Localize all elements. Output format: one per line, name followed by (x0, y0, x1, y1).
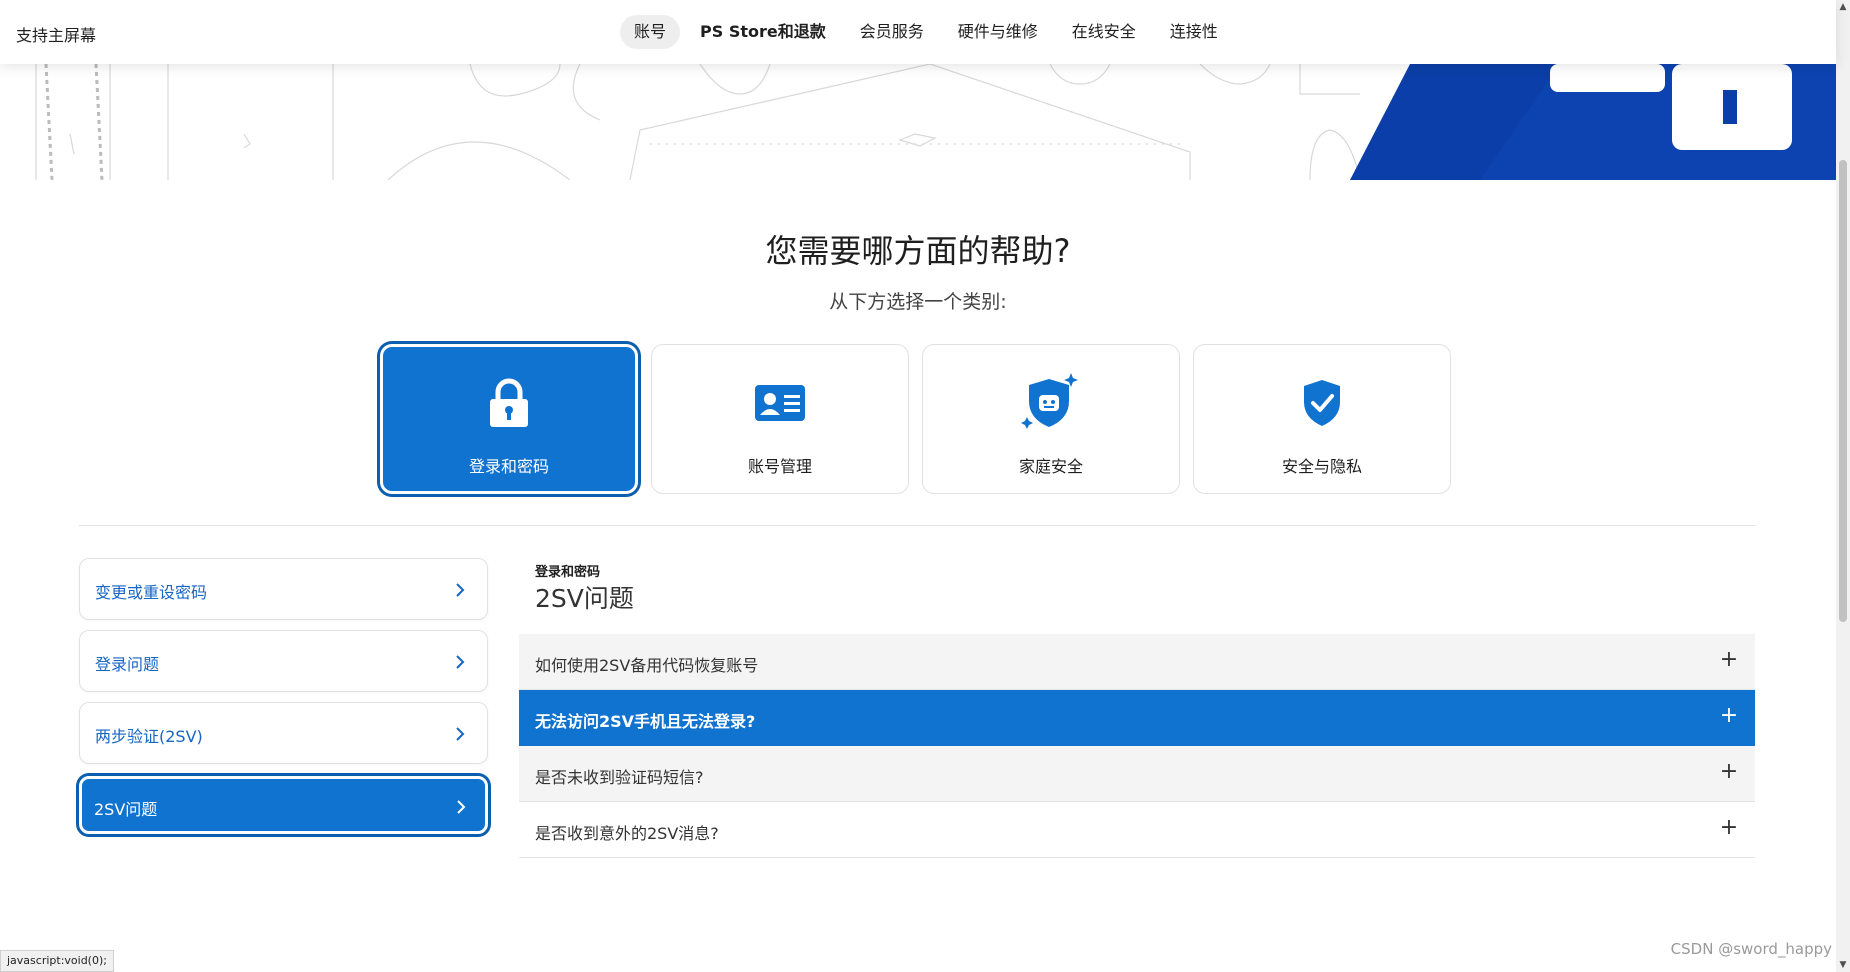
faq-item[interactable]: 是否收到意外的2SV消息? + (519, 802, 1755, 858)
sidebar-item-label: 变更或重设密码 (95, 583, 208, 602)
sidebar-item-label: 2SV问题 (94, 800, 158, 819)
category-label: 登录和密码 (468, 457, 549, 476)
lock-icon (383, 375, 635, 431)
page-title: 您需要哪方面的帮助? (765, 232, 1071, 270)
plus-icon: + (1719, 815, 1739, 840)
sidebar-item-label: 登录问题 (95, 655, 160, 674)
breadcrumb: 登录和密码 (535, 565, 601, 580)
faq-question: 是否未收到验证码短信? (535, 768, 704, 787)
watermark: CSDN @sword_happy (1670, 940, 1832, 958)
faq-item[interactable]: 如何使用2SV备用代码恢复账号 + (519, 634, 1755, 690)
plus-icon: + (1719, 759, 1739, 784)
faq-question: 如何使用2SV备用代码恢复账号 (535, 656, 759, 675)
category-login-password[interactable]: 登录和密码 (380, 344, 638, 494)
main-nav: 账号 PS Store和退款 会员服务 硬件与维修 在线安全 连接性 (620, 15, 1232, 49)
chevron-right-icon (456, 727, 465, 741)
nav-ps-store[interactable]: PS Store和退款 (686, 15, 840, 49)
id-card-icon (652, 375, 908, 431)
category-cards: 登录和密码 账号管理 家庭安全 安全与隐私 (380, 344, 1451, 494)
category-label: 安全与隐私 (1281, 457, 1362, 476)
nav-hardware[interactable]: 硬件与维修 (944, 15, 1052, 49)
category-label: 家庭安全 (1018, 457, 1083, 476)
nav-membership[interactable]: 会员服务 (846, 15, 938, 49)
section-divider (79, 525, 1755, 526)
scroll-down-icon[interactable]: ▼ (1838, 960, 1848, 970)
hero-banner (0, 64, 1836, 180)
support-home-link[interactable]: 支持主屏幕 (16, 22, 96, 46)
nav-connectivity[interactable]: 连接性 (1156, 15, 1232, 49)
top-navigation-bar: 支持主屏幕 账号 PS Store和退款 会员服务 硬件与维修 在线安全 连接性 (0, 0, 1836, 64)
status-bar-url: javascript:void(0); (0, 950, 114, 972)
sidebar-item-label: 两步验证(2SV) (95, 727, 203, 746)
subcategory-sidebar: 变更或重设密码 登录问题 两步验证(2SV) 2SV问题 (79, 558, 488, 834)
page-scrollbar[interactable]: ▲ ▼ (1836, 0, 1850, 972)
sidebar-item-2sv-issues[interactable]: 2SV问题 (79, 776, 488, 834)
chevron-right-icon (457, 800, 466, 814)
hero-illustration (35, 64, 1836, 180)
category-security-privacy[interactable]: 安全与隐私 (1193, 344, 1451, 494)
chevron-right-icon (456, 583, 465, 597)
plus-icon: + (1719, 647, 1739, 672)
category-label: 账号管理 (747, 457, 812, 476)
sidebar-item-login-issues[interactable]: 登录问题 (79, 630, 488, 692)
nav-online-safety[interactable]: 在线安全 (1058, 15, 1150, 49)
sidebar-item-2sv[interactable]: 两步验证(2SV) (79, 702, 488, 764)
plus-icon: + (1719, 703, 1739, 728)
scroll-up-icon[interactable]: ▲ (1838, 2, 1848, 12)
category-family-safety[interactable]: 家庭安全 (922, 344, 1180, 494)
chevron-right-icon (456, 655, 465, 669)
faq-question: 是否收到意外的2SV消息? (535, 824, 719, 843)
nav-account[interactable]: 账号 (620, 15, 681, 49)
faq-accordion: 如何使用2SV备用代码恢复账号 + 无法访问2SV手机且无法登录? + 是否未收… (519, 634, 1755, 858)
faq-item[interactable]: 是否未收到验证码短信? + (519, 746, 1755, 802)
scroll-thumb[interactable] (1839, 160, 1847, 622)
sidebar-item-change-password[interactable]: 变更或重设密码 (79, 558, 488, 620)
section-title: 2SV问题 (535, 584, 634, 613)
family-shield-icon (923, 373, 1179, 431)
category-account-management[interactable]: 账号管理 (651, 344, 909, 494)
faq-item[interactable]: 无法访问2SV手机且无法登录? + (519, 690, 1755, 746)
page-subtitle: 从下方选择一个类别: (829, 291, 1007, 313)
shield-check-icon (1194, 375, 1450, 431)
faq-question: 无法访问2SV手机且无法登录? (535, 712, 756, 731)
